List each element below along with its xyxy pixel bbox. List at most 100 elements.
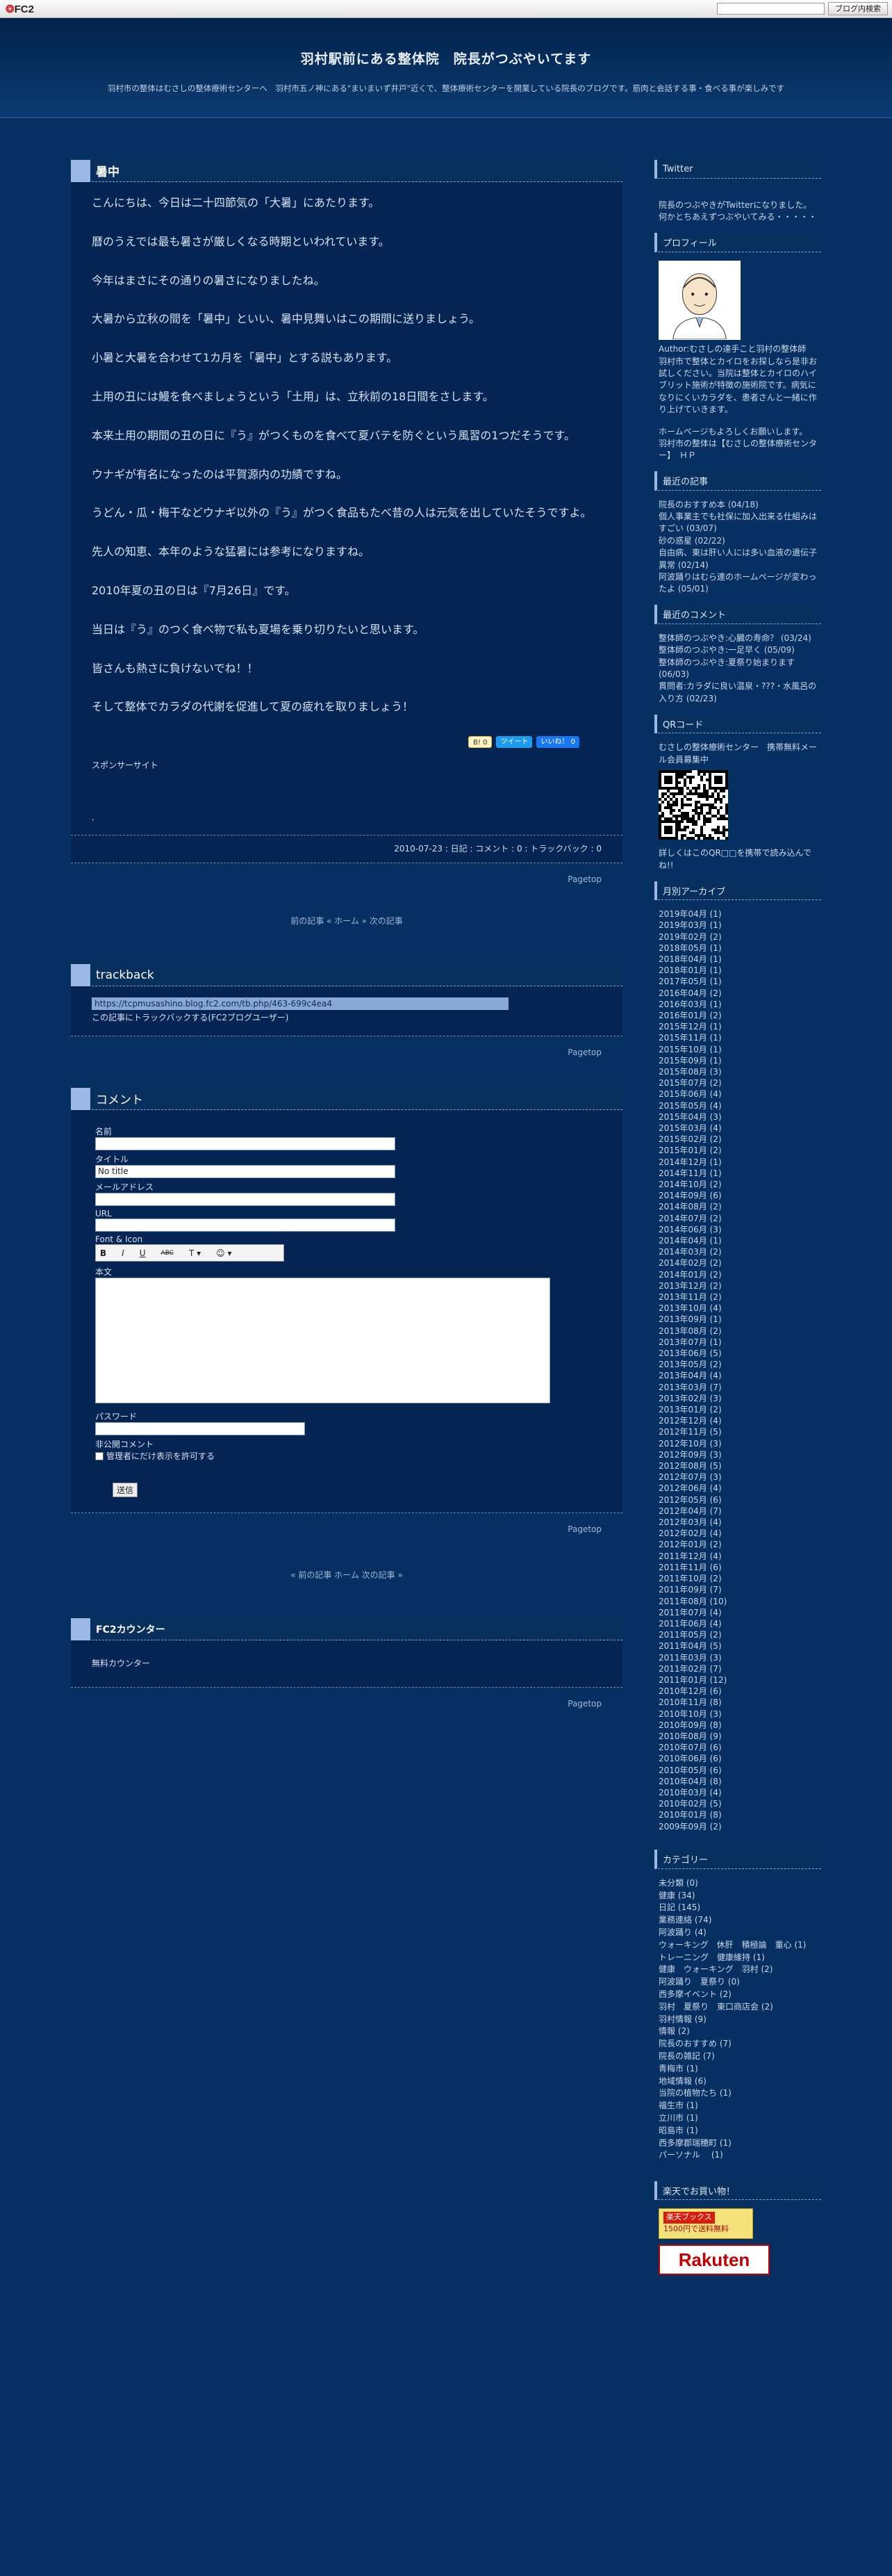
archive-month-link[interactable]: 2012年07月 (3) [659,1472,817,1483]
archive-month-link[interactable]: 2013年09月 (1) [659,1314,817,1325]
archive-month-link[interactable]: 2015年09月 (1) [659,1055,817,1066]
blog-search-button[interactable]: ブログ内検索 [828,2,888,15]
entry-pager-bottom[interactable]: « 前の記事 ホーム 次の記事 » [71,1569,622,1581]
category-link[interactable]: 業務連絡 (74) [659,1914,817,1927]
archive-month-link[interactable]: 2012年03月 (4) [659,1517,817,1528]
archive-month-link[interactable]: 2014年03月 (2) [659,1246,817,1257]
url-input[interactable] [95,1218,395,1232]
category-link[interactable]: 未分類 (0) [659,1877,817,1890]
category-link[interactable]: 阿波踊り 夏祭り (0) [659,1976,817,1989]
archive-month-link[interactable]: 2013年02月 (3) [659,1393,817,1404]
archive-month-link[interactable]: 2012年04月 (7) [659,1506,817,1517]
archive-month-link[interactable]: 2013年01月 (2) [659,1404,817,1415]
archive-month-link[interactable]: 2012年02月 (4) [659,1528,817,1539]
archive-month-link[interactable]: 2014年06月 (3) [659,1224,817,1235]
archive-month-link[interactable]: 2015年08月 (3) [659,1066,817,1077]
archive-month-link[interactable]: 2014年10月 (2) [659,1179,817,1190]
bold-button[interactable]: B [100,1248,106,1258]
entry-footer[interactable]: 2010-07-23 : 日記 : コメント : 0 : トラックバック : 0 [71,835,622,863]
archive-month-link[interactable]: 2016年01月 (2) [659,1010,817,1021]
archive-month-link[interactable]: 2014年07月 (2) [659,1213,817,1224]
archive-month-link[interactable]: 2010年11月 (8) [659,1697,817,1708]
archive-month-link[interactable]: 2011年05月 (2) [659,1629,817,1640]
pagetop-link[interactable]: Pagetop [71,874,602,884]
secret-checkbox[interactable] [95,1451,104,1460]
archive-month-link[interactable]: 2011年11月 (6) [659,1562,817,1573]
archive-month-link[interactable]: 2013年04月 (4) [659,1370,817,1381]
archive-month-link[interactable]: 2013年07月 (1) [659,1337,817,1348]
archive-month-link[interactable]: 2012年08月 (5) [659,1460,817,1472]
category-link[interactable]: 立川市 (1) [659,2112,817,2125]
archive-month-link[interactable]: 2019年04月 (1) [659,908,817,920]
archive-month-link[interactable]: 2016年04月 (2) [659,988,817,999]
archive-month-link[interactable]: 2015年02月 (2) [659,1134,817,1145]
archive-month-link[interactable]: 2013年10月 (4) [659,1303,817,1314]
archive-month-link[interactable]: 2014年01月 (2) [659,1269,817,1280]
archive-month-link[interactable]: 2012年05月 (6) [659,1494,817,1506]
fc2-logo[interactable]: ❂FC2 [6,3,34,15]
archive-month-link[interactable]: 2012年10月 (3) [659,1438,817,1449]
strike-button[interactable]: ABC [161,1250,174,1257]
category-link[interactable]: パーソナル (1) [659,2149,817,2162]
tweet-button[interactable]: ツイート [496,736,533,749]
archive-month-link[interactable]: 2011年02月 (7) [659,1663,817,1674]
archive-month-link[interactable]: 2015年12月 (1) [659,1021,817,1032]
archive-month-link[interactable]: 2015年04月 (3) [659,1111,817,1123]
archive-month-link[interactable]: 2012年01月 (2) [659,1539,817,1550]
recent-comment-link[interactable]: 整体師のつぶやき:夏祭り始まります (06/03) [659,657,817,681]
pagetop-link[interactable]: Pagetop [71,1047,602,1057]
category-link[interactable]: 当院の植物たち (1) [659,2087,817,2100]
recent-article-link[interactable]: 院長のおすすめ本 (04/18) [659,499,817,511]
italic-button[interactable]: I [122,1248,124,1258]
archive-month-link[interactable]: 2013年08月 (2) [659,1326,817,1337]
archive-month-link[interactable]: 2010年03月 (4) [659,1787,817,1798]
archive-month-link[interactable]: 2014年08月 (2) [659,1201,817,1212]
archive-month-link[interactable]: 2018年05月 (1) [659,943,817,954]
category-link[interactable]: 日記 (145) [659,1902,817,1914]
recent-comment-link[interactable]: 貫問者:カラダに良い温泉・???・水風呂の入り方 (02/23) [659,680,817,705]
archive-month-link[interactable]: 2011年04月 (5) [659,1640,817,1652]
archive-month-link[interactable]: 2015年05月 (4) [659,1100,817,1111]
category-link[interactable]: 西多摩イベント (2) [659,1989,817,2001]
category-link[interactable]: 情報 (2) [659,2025,817,2038]
archive-month-link[interactable]: 2014年04月 (1) [659,1235,817,1246]
category-link[interactable]: トレーニング 健康維持 (1) [659,1952,817,1964]
archive-month-link[interactable]: 2017年05月 (1) [659,976,817,987]
twitter-body[interactable]: 院長のつぶやきがTwitterになりました。何かとちあえずつぶやいてみる・・・・… [654,187,821,234]
pagetop-link[interactable]: Pagetop [71,1699,602,1709]
archive-month-link[interactable]: 2014年12月 (1) [659,1157,817,1168]
archive-month-link[interactable]: 2011年12月 (4) [659,1551,817,1562]
site-title[interactable]: 羽村駅前にある整体院 院長がつぶやいてます [0,49,892,67]
category-link[interactable]: 院長のおすすめ (7) [659,2038,817,2051]
recent-article-link[interactable]: 個人事業主でも社保に加入出来る仕組みはすごい (03/07) [659,511,817,535]
blog-search-input[interactable] [717,3,825,15]
archive-month-link[interactable]: 2013年05月 (2) [659,1359,817,1370]
archive-month-link[interactable]: 2015年07月 (2) [659,1077,817,1089]
font-color-button[interactable]: T ▾ [189,1248,201,1258]
archive-month-link[interactable]: 2010年09月 (8) [659,1720,817,1731]
archive-month-link[interactable]: 2010年10月 (3) [659,1709,817,1720]
archive-month-link[interactable]: 2015年10月 (1) [659,1044,817,1055]
rakuten-logo-banner[interactable]: Rakuten [659,2244,770,2276]
category-link[interactable]: 西多摩郡瑞穂町 (1) [659,2137,817,2150]
archive-month-link[interactable]: 2011年01月 (12) [659,1674,817,1686]
archive-month-link[interactable]: 2015年11月 (1) [659,1032,817,1043]
archive-month-link[interactable]: 2011年09月 (7) [659,1584,817,1595]
recent-article-link[interactable]: 阿波踊りはむら連のホームページが変わったよ (05/01) [659,571,817,596]
underline-button[interactable]: U [140,1248,146,1258]
profile-hp-link[interactable]: 羽村市の整体は【むさしの整体療術センター】 ＨＰ [659,438,817,462]
recent-comment-link[interactable]: 整体師のつぶやき:一足早く (05/09) [659,644,817,656]
trackback-link[interactable]: この記事にトラックバックする(FC2ブログユーザー) [92,1011,602,1023]
archive-month-link[interactable]: 2018年04月 (1) [659,954,817,965]
archive-month-link[interactable]: 2012年11月 (5) [659,1426,817,1437]
archive-month-link[interactable]: 2018年01月 (1) [659,965,817,976]
archive-month-link[interactable]: 2016年03月 (1) [659,999,817,1010]
archive-month-link[interactable]: 2014年11月 (1) [659,1168,817,1179]
category-link[interactable]: 羽村情報 (9) [659,2014,817,2026]
archive-month-link[interactable]: 2010年12月 (6) [659,1686,817,1697]
counter-body[interactable]: 無料カウンター [71,1640,622,1687]
category-link[interactable]: 健康 (34) [659,1890,817,1902]
archive-month-link[interactable]: 2015年01月 (2) [659,1145,817,1156]
category-link[interactable]: 福生市 (1) [659,2100,817,2112]
archive-month-link[interactable]: 2011年06月 (4) [659,1618,817,1629]
